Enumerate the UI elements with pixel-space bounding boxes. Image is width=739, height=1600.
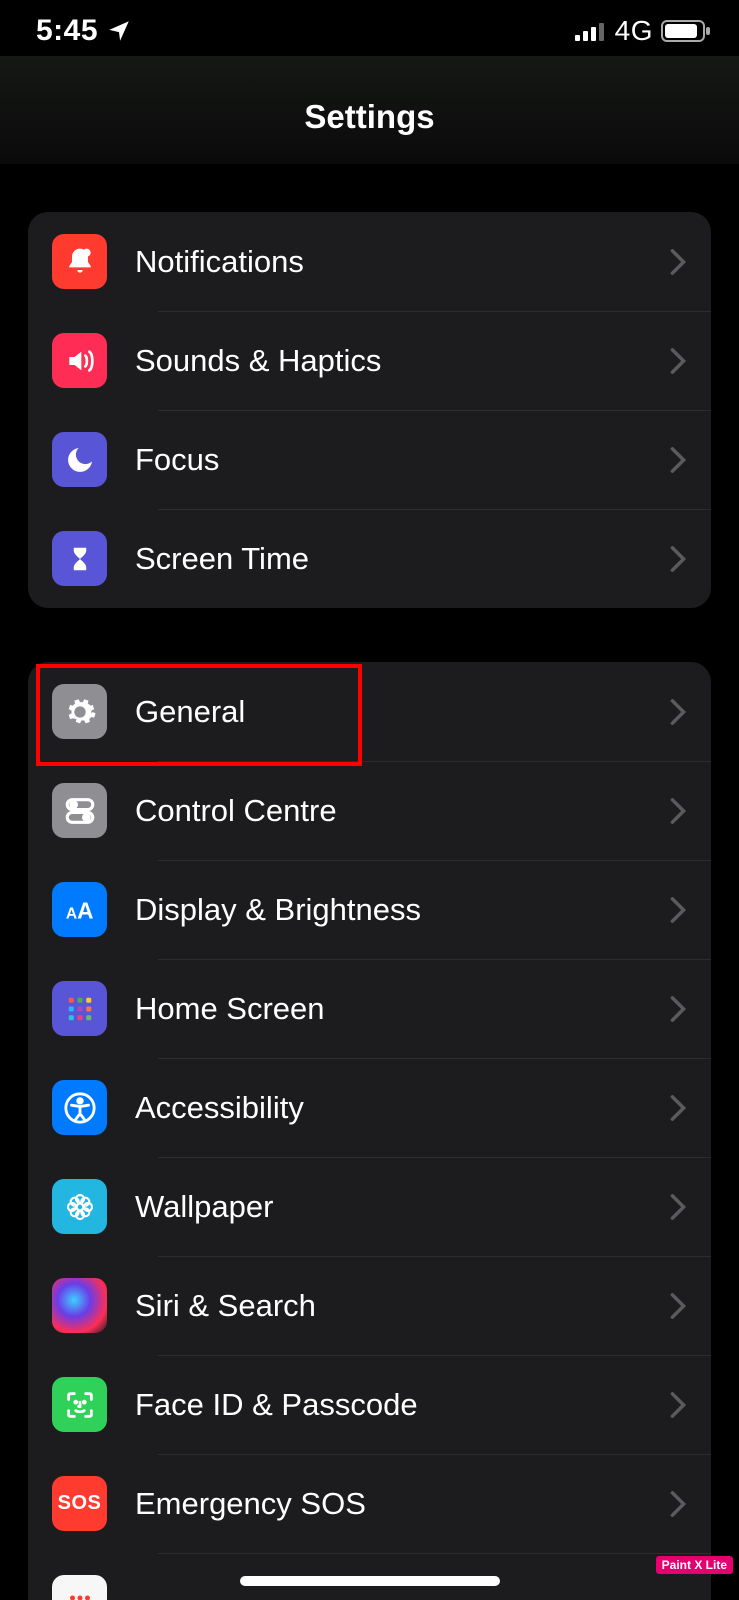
row-label: Notifications <box>135 244 669 280</box>
svg-text:A: A <box>65 905 76 922</box>
chevron-right-icon <box>669 1094 687 1122</box>
exposure-icon <box>52 1575 107 1600</box>
chevron-right-icon <box>669 995 687 1023</box>
row-screentime[interactable]: Screen Time <box>28 509 711 608</box>
row-accessibility[interactable]: Accessibility <box>28 1058 711 1157</box>
speaker-icon <box>52 333 107 388</box>
chevron-right-icon <box>669 1193 687 1221</box>
settings-group-2: General Control Centre AA Display & Brig… <box>28 662 711 1600</box>
row-display[interactable]: AA Display & Brightness <box>28 860 711 959</box>
sos-icon: SOS <box>52 1476 107 1531</box>
chevron-right-icon <box>669 347 687 375</box>
chevron-right-icon <box>669 545 687 573</box>
row-sounds[interactable]: Sounds & Haptics <box>28 311 711 410</box>
chevron-right-icon <box>669 248 687 276</box>
gear-icon <box>52 684 107 739</box>
chevron-right-icon <box>669 797 687 825</box>
page-title: Settings <box>0 98 739 136</box>
row-label: Focus <box>135 442 669 478</box>
row-controlcentre[interactable]: Control Centre <box>28 761 711 860</box>
row-label: Display & Brightness <box>135 892 669 928</box>
row-label: Emergency SOS <box>135 1486 669 1522</box>
bell-icon <box>52 234 107 289</box>
toggles-icon <box>52 783 107 838</box>
watermark: Paint X Lite <box>656 1556 733 1574</box>
row-label: Screen Time <box>135 541 669 577</box>
svg-text:A: A <box>77 897 93 923</box>
chevron-right-icon <box>669 698 687 726</box>
chevron-right-icon <box>669 896 687 924</box>
row-label: Home Screen <box>135 991 669 1027</box>
chevron-right-icon <box>669 1391 687 1419</box>
row-faceid[interactable]: Face ID & Passcode <box>28 1355 711 1454</box>
row-homescreen[interactable]: Home Screen <box>28 959 711 1058</box>
page-header: Settings <box>0 56 739 164</box>
row-label: Wallpaper <box>135 1189 669 1225</box>
row-wallpaper[interactable]: Wallpaper <box>28 1157 711 1256</box>
network-label: 4G <box>615 15 653 47</box>
signal-icon <box>575 21 607 41</box>
row-notifications[interactable]: Notifications <box>28 212 711 311</box>
moon-icon <box>52 432 107 487</box>
row-general[interactable]: General <box>28 662 711 761</box>
hourglass-icon <box>52 531 107 586</box>
status-time: 5:45 <box>36 14 98 48</box>
home-indicator[interactable] <box>240 1576 500 1586</box>
row-label: Face ID & Passcode <box>135 1387 669 1423</box>
chevron-right-icon <box>669 446 687 474</box>
row-focus[interactable]: Focus <box>28 410 711 509</box>
row-label: Siri & Search <box>135 1288 669 1324</box>
battery-icon <box>661 19 711 43</box>
flower-icon <box>52 1179 107 1234</box>
siri-icon <box>52 1278 107 1333</box>
row-label: General <box>135 694 669 730</box>
row-emergency[interactable]: SOS Emergency SOS <box>28 1454 711 1553</box>
accessibility-icon <box>52 1080 107 1135</box>
row-siri[interactable]: Siri & Search <box>28 1256 711 1355</box>
chevron-right-icon <box>669 1292 687 1320</box>
row-label: Accessibility <box>135 1090 669 1126</box>
chevron-right-icon <box>669 1490 687 1518</box>
settings-group-1: Notifications Sounds & Haptics Focus <box>28 212 711 608</box>
appgrid-icon <box>52 981 107 1036</box>
textsize-icon: AA <box>52 882 107 937</box>
row-label: Sounds & Haptics <box>135 343 669 379</box>
row-label: Control Centre <box>135 793 669 829</box>
faceid-icon <box>52 1377 107 1432</box>
status-bar: 5:45 4G <box>0 0 739 56</box>
location-icon <box>106 18 132 44</box>
